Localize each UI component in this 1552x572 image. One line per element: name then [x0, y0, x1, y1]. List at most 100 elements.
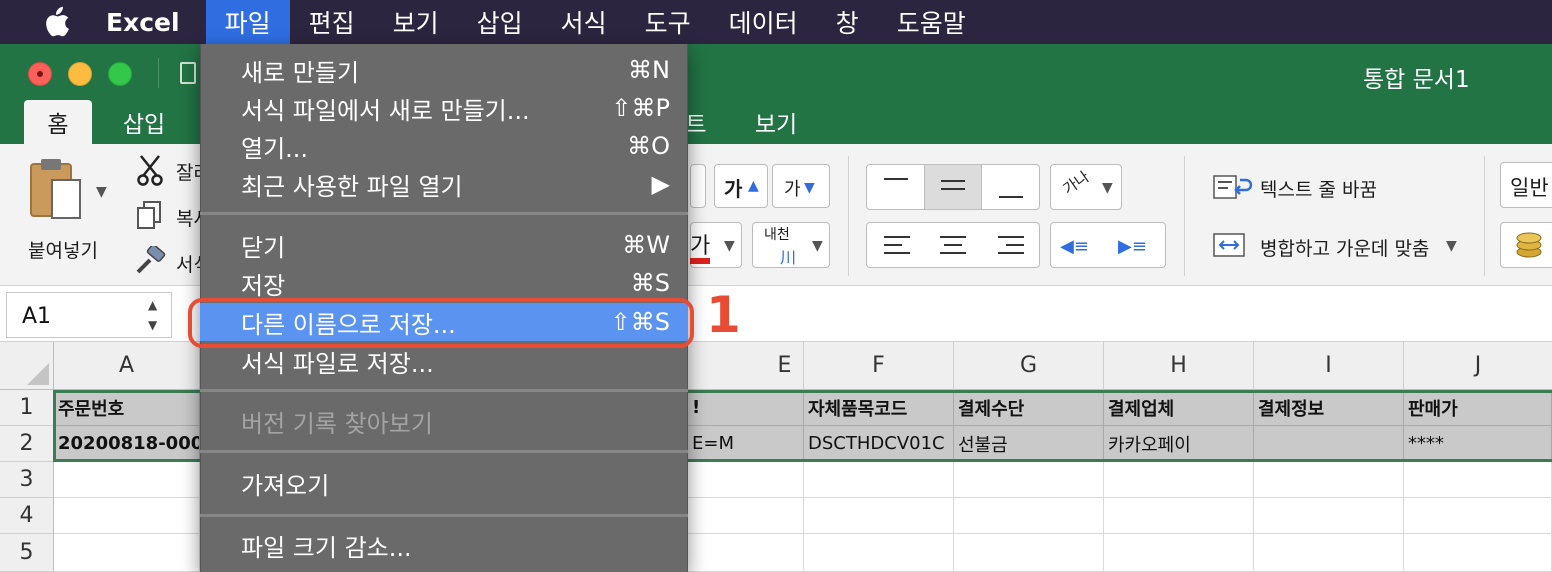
column-header-g[interactable]: G: [954, 342, 1104, 390]
wrap-text-label[interactable]: 텍스트 줄 바꿈: [1260, 175, 1377, 202]
row-header-4[interactable]: 4: [0, 498, 54, 534]
triangle-up-icon: ▲: [748, 178, 759, 194]
menu-window[interactable]: 창: [817, 0, 878, 44]
cell-a4[interactable]: [54, 498, 200, 534]
paste-icon[interactable]: [28, 156, 84, 222]
menu-insert[interactable]: 삽입: [458, 0, 542, 44]
column-header-a[interactable]: A: [54, 342, 200, 390]
align-middle-button[interactable]: [924, 164, 982, 210]
wrap-text-icon[interactable]: [1212, 172, 1252, 202]
orientation-dropdown-icon[interactable]: ▼: [1102, 180, 1113, 196]
cell-f4[interactable]: [804, 498, 954, 534]
row-header-3[interactable]: 3: [0, 462, 54, 498]
scissors-icon[interactable]: [136, 154, 164, 186]
zoom-window-button[interactable]: [108, 62, 132, 86]
cell-g4[interactable]: [954, 498, 1104, 534]
row-header-5[interactable]: 5: [0, 534, 54, 572]
tab-home[interactable]: 홈: [24, 100, 92, 144]
cell-i4[interactable]: [1254, 498, 1404, 534]
font-color-char: 가: [690, 234, 711, 259]
merge-dropdown-icon[interactable]: ▼: [1446, 238, 1457, 254]
close-window-button[interactable]: [28, 62, 52, 86]
document-title: 통합 문서1: [1363, 67, 1470, 93]
merge-center-icon[interactable]: [1212, 230, 1246, 260]
format-painter-icon[interactable]: [134, 246, 166, 276]
column-header-i[interactable]: I: [1254, 342, 1404, 390]
merge-center-label[interactable]: 병합하고 가운데 맞춤: [1260, 234, 1429, 261]
annotation-step-number: 1: [706, 286, 741, 344]
font-size-dropdown[interactable]: [690, 164, 706, 208]
cell-f3[interactable]: [804, 462, 954, 498]
tab-view[interactable]: 보기: [740, 100, 812, 144]
app-menu-excel[interactable]: Excel: [106, 8, 180, 37]
cell-g5[interactable]: [954, 534, 1104, 572]
decrease-indent-icon[interactable]: ◀≡: [1060, 236, 1089, 257]
menu-item-new-shortcut: ⌘N: [628, 56, 670, 84]
name-box-up-icon[interactable]: ▲: [148, 298, 157, 312]
menu-item-import-label: 가져오기: [241, 471, 330, 500]
menu-item-open-recent[interactable]: 최근 사용한 파일 열기 ▶: [200, 165, 688, 203]
align-bottom-icon[interactable]: [999, 196, 1023, 198]
menu-item-open-label: 열기...: [241, 134, 309, 163]
menu-item-save[interactable]: 저장 ⌘S: [200, 264, 688, 302]
minimize-window-button[interactable]: [68, 62, 92, 86]
menu-file[interactable]: 파일: [205, 0, 290, 44]
decrease-font-size-button[interactable]: [772, 164, 830, 208]
menu-item-reduce-file-size[interactable]: 파일 크기 감소...: [200, 526, 688, 564]
tab-insert[interactable]: 삽입: [106, 100, 182, 144]
cell-a3[interactable]: [54, 462, 200, 498]
align-left-icon[interactable]: [884, 236, 910, 238]
row-header-1[interactable]: 1: [0, 390, 54, 426]
menu-view[interactable]: 보기: [374, 0, 458, 44]
menu-format[interactable]: 서식: [542, 0, 626, 44]
menu-edit[interactable]: 편집: [290, 0, 374, 44]
cell-e5[interactable]: [688, 534, 804, 572]
cell-h4[interactable]: [1104, 498, 1254, 534]
increase-font-size-label: 가: [724, 177, 743, 201]
menu-help[interactable]: 도움말: [878, 0, 985, 44]
menu-item-new-label: 새로 만들기: [241, 58, 360, 87]
copy-icon[interactable]: [136, 200, 164, 230]
titlebar-divider: [158, 58, 159, 88]
row-header-2[interactable]: 2: [0, 426, 54, 462]
cell-j4[interactable]: [1404, 498, 1552, 534]
increase-indent-icon[interactable]: ▶≡: [1118, 236, 1147, 257]
cell-i5[interactable]: [1254, 534, 1404, 572]
font-color-dropdown-icon[interactable]: ▼: [724, 238, 735, 254]
menu-item-new[interactable]: 새로 만들기 ⌘N: [200, 51, 688, 89]
align-center-icon[interactable]: [940, 236, 966, 238]
menu-item-new-from-template[interactable]: 서식 파일에서 새로 만들기... ⇧⌘P: [200, 89, 688, 127]
cell-g3[interactable]: [954, 462, 1104, 498]
name-box-down-icon[interactable]: ▼: [148, 318, 157, 332]
align-center-icon-line-3: [940, 252, 966, 254]
font-color-swatch: [690, 258, 710, 264]
paste-label[interactable]: 붙여넣기: [28, 236, 98, 263]
cell-i3[interactable]: [1254, 462, 1404, 498]
column-header-h[interactable]: H: [1104, 342, 1254, 390]
menu-tools[interactable]: 도구: [626, 0, 710, 44]
cell-j5[interactable]: [1404, 534, 1552, 572]
paste-dropdown-icon[interactable]: ▼: [96, 184, 107, 200]
menu-item-close[interactable]: 닫기 ⌘W: [200, 226, 688, 264]
phonetic-dropdown-icon[interactable]: ▼: [812, 238, 823, 254]
column-header-j[interactable]: J: [1404, 342, 1552, 390]
apple-icon[interactable]: [38, 6, 74, 38]
select-all-corner[interactable]: [0, 342, 54, 390]
cell-e4[interactable]: [688, 498, 804, 534]
menu-data[interactable]: 데이터: [710, 0, 817, 44]
menu-item-import[interactable]: 가져오기: [200, 464, 688, 502]
menu-item-open[interactable]: 열기... ⌘O: [200, 127, 688, 165]
align-right-icon-line-2: [1006, 244, 1024, 246]
cell-a5[interactable]: [54, 534, 200, 572]
save-document-icon[interactable]: [180, 62, 196, 84]
column-header-e[interactable]: E: [688, 342, 804, 390]
cell-h3[interactable]: [1104, 462, 1254, 498]
cell-f5[interactable]: [804, 534, 954, 572]
menu-item-open-recent-label: 최근 사용한 파일 열기: [241, 172, 463, 201]
cell-j3[interactable]: [1404, 462, 1552, 498]
align-top-icon[interactable]: [884, 178, 908, 180]
column-header-f[interactable]: F: [804, 342, 954, 390]
cell-e3[interactable]: [688, 462, 804, 498]
cell-h5[interactable]: [1104, 534, 1254, 572]
align-right-icon[interactable]: [998, 236, 1024, 238]
